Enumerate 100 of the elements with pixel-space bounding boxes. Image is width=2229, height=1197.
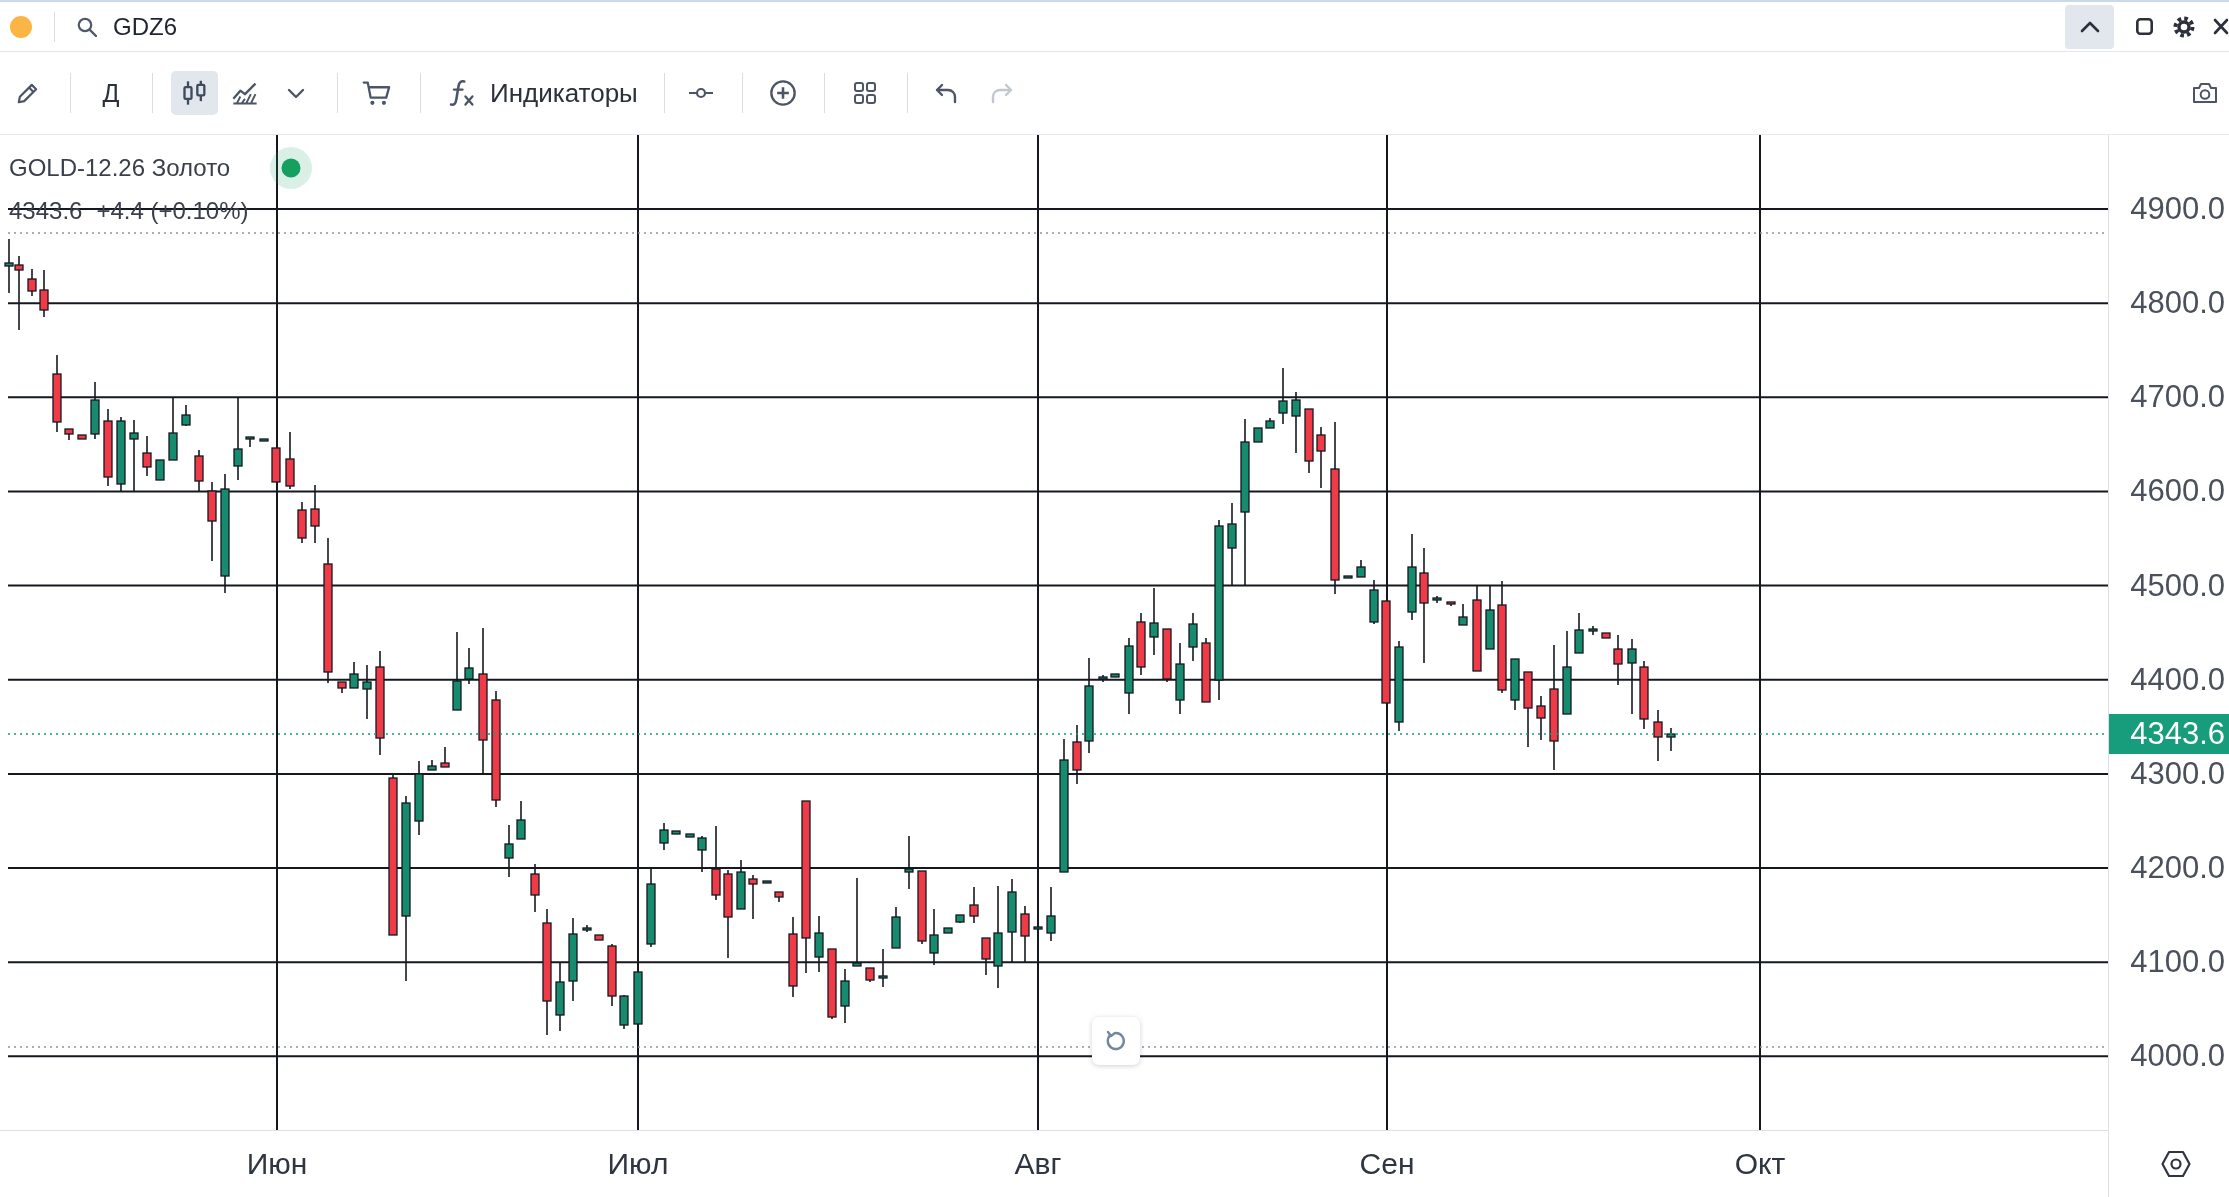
rising-candle — [891, 906, 901, 949]
falling-candle — [774, 891, 784, 903]
rising-candle — [155, 459, 165, 481]
rising-candle — [1458, 603, 1468, 626]
rising-candle — [1098, 674, 1108, 683]
rising-candle — [904, 835, 914, 890]
rising-candle — [619, 994, 629, 1030]
grid-icon — [852, 81, 877, 105]
falling-candle — [64, 428, 74, 441]
price-label: 4400.0 — [2130, 662, 2225, 697]
rising-candle — [955, 914, 965, 924]
price-label: 4700.0 — [2130, 380, 2225, 415]
reset-button[interactable] — [1092, 1017, 1140, 1065]
falling-candle — [39, 269, 49, 318]
rising-candle — [1343, 575, 1353, 579]
falling-candle — [337, 681, 347, 694]
rising-candle — [1278, 367, 1288, 425]
rising-candle — [633, 971, 643, 1025]
falling-candle — [194, 449, 204, 492]
rising-candle — [762, 880, 772, 884]
rising-candle — [685, 833, 695, 838]
falling-candle — [1162, 628, 1172, 683]
status-dot-icon — [270, 147, 313, 189]
plus-circle-icon — [768, 79, 797, 107]
search-field[interactable]: GDZ6 — [69, 8, 187, 45]
rising-candle — [427, 759, 437, 771]
axis-settings-icon[interactable] — [2161, 1149, 2191, 1178]
rising-candle — [878, 948, 888, 988]
rising-candle — [245, 436, 255, 448]
falling-candle — [594, 934, 604, 941]
falling-candle — [1304, 408, 1314, 474]
redo-icon — [989, 82, 1014, 104]
falling-candle — [981, 937, 991, 976]
rising-candle — [1046, 886, 1056, 942]
rising-candle — [1033, 926, 1043, 930]
falling-candle — [440, 746, 450, 768]
rising-candle — [4, 238, 14, 294]
rising-candle — [362, 664, 372, 720]
chart-type-button[interactable] — [171, 71, 218, 115]
falling-candle — [827, 948, 837, 1020]
rising-candle — [555, 962, 565, 1032]
collapse-button[interactable] — [2065, 4, 2114, 49]
rising-candle — [504, 824, 514, 878]
interval-button[interactable]: Д — [94, 71, 128, 115]
rising-candle — [1574, 612, 1584, 654]
rising-candle — [1666, 727, 1676, 752]
falling-candle — [1613, 634, 1623, 686]
rising-candle — [659, 822, 669, 851]
rising-candle — [516, 800, 526, 840]
camera-icon — [2191, 81, 2219, 105]
falling-candle — [1316, 426, 1326, 489]
rising-candle — [168, 397, 178, 461]
falling-candle — [1072, 724, 1082, 785]
rising-candle — [1432, 595, 1442, 604]
rising-candle — [1188, 612, 1198, 662]
line-dot-icon — [687, 87, 714, 99]
falling-candle — [865, 967, 875, 983]
rising-candle — [1291, 391, 1301, 454]
rising-candle — [90, 381, 100, 440]
falling-candle — [748, 874, 758, 920]
falling-candle — [969, 886, 979, 924]
falling-candle — [1653, 709, 1663, 762]
price-label: 4300.0 — [2130, 756, 2225, 791]
falling-candle — [271, 447, 281, 483]
rising-candle — [1369, 579, 1379, 625]
month-label: Июн — [246, 1148, 308, 1180]
undo-icon — [933, 82, 958, 104]
price-label: 4800.0 — [2130, 286, 2225, 321]
chevron-up-icon — [2079, 20, 2100, 33]
indicators-button[interactable]: Индикаторы — [442, 71, 644, 115]
close-icon[interactable] — [2213, 18, 2229, 35]
rising-candle — [1485, 584, 1495, 650]
dot-icon — [10, 15, 32, 38]
falling-candle — [530, 863, 540, 913]
rising-candle — [1253, 427, 1263, 443]
falling-candle — [1536, 695, 1546, 741]
falling-candle — [1639, 660, 1649, 730]
rising-candle — [181, 404, 191, 427]
falling-candle — [1201, 637, 1211, 703]
rising-candle — [1149, 587, 1159, 656]
falling-candle — [285, 431, 295, 490]
rising-candle — [840, 968, 850, 1024]
settings-icon[interactable] — [2173, 15, 2195, 38]
falling-candle — [607, 943, 617, 1007]
candles-icon — [180, 79, 209, 107]
falling-candle — [1020, 905, 1030, 963]
price-label: 4500.0 — [2130, 568, 2225, 603]
price-label: 4900.0 — [2130, 192, 2225, 227]
maximize-icon[interactable] — [2136, 18, 2153, 35]
price-label: 4100.0 — [2130, 945, 2225, 980]
rising-candle — [259, 438, 269, 442]
cart-icon — [362, 79, 392, 107]
rising-candle — [1356, 559, 1366, 578]
rising-candle — [1588, 625, 1598, 636]
falling-candle — [297, 501, 307, 544]
falling-candle — [27, 268, 37, 297]
falling-candle — [310, 484, 320, 544]
month-label: Июл — [607, 1148, 669, 1180]
falling-candle — [1601, 632, 1611, 639]
price-label: 4200.0 — [2130, 851, 2225, 886]
